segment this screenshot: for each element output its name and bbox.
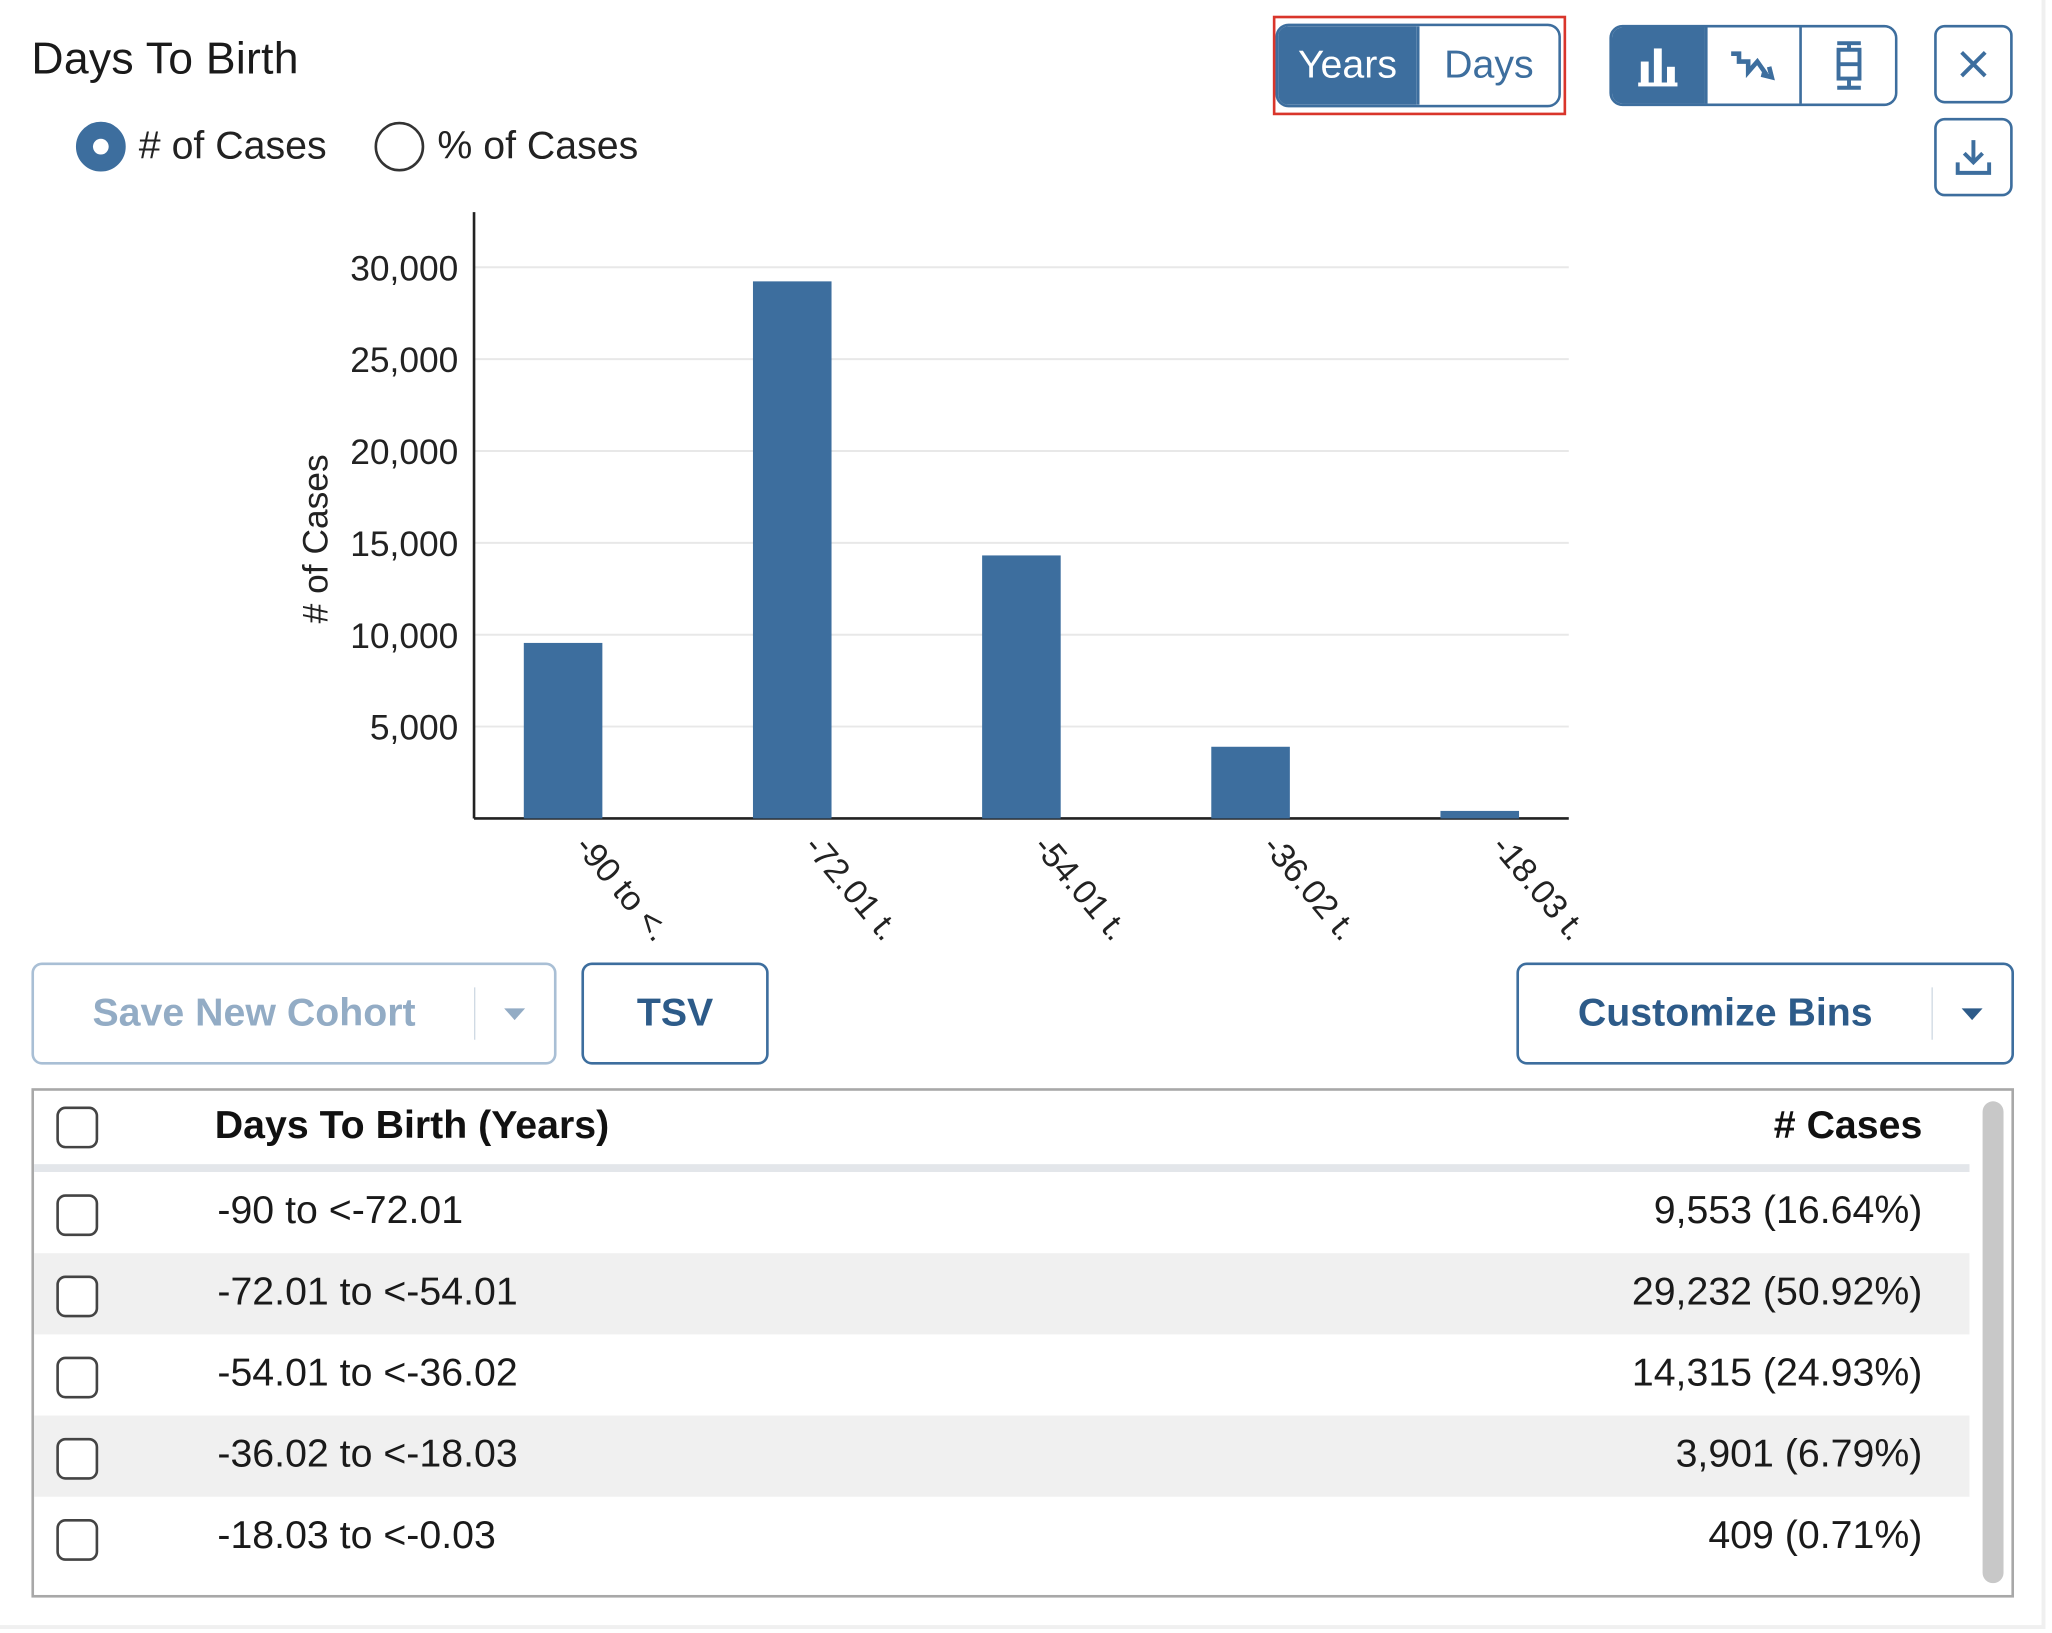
tsv-label: TSV: [636, 991, 714, 1035]
bar-1: [523, 642, 603, 819]
y-tick-label: 15,000: [350, 525, 458, 564]
bar-chart-icon: [1638, 48, 1678, 87]
survival-plot-button[interactable]: [1704, 27, 1800, 104]
y-tick-label: 20,000: [350, 433, 458, 472]
row-case-count: 409 (0.71%): [1708, 1513, 1923, 1557]
chart-type-selector: [1609, 24, 1898, 107]
table-row: -72.01 to <-54.01 29,232 (50.92%): [34, 1253, 1970, 1335]
bar-4: [1211, 746, 1290, 819]
radio-unselected-icon: [374, 121, 425, 172]
bar-chart: 5,000 10,000 15,000 20,000 25,000 30,000 # of …: [296, 212, 1593, 949]
close-icon: [1960, 50, 1987, 78]
row-case-count: 3,901 (6.79%): [1675, 1432, 1923, 1476]
row-checkbox[interactable]: [56, 1437, 99, 1480]
card-title: Days To Birth: [31, 34, 299, 84]
customize-bins-dropdown[interactable]: [1933, 1006, 2012, 1022]
row-case-count: 14,315 (24.93%): [1631, 1351, 1923, 1395]
x-tick-label: -18.03 t.: [1484, 828, 1593, 948]
table-row: -36.02 to <-18.03 3,901 (6.79%): [34, 1415, 1970, 1497]
row-bin-label: -54.01 to <-36.02: [217, 1351, 518, 1395]
chevron-down-icon: [1961, 1008, 1983, 1021]
y-axis-title: # of Cases: [296, 454, 335, 623]
radio-selected-icon: [75, 121, 126, 172]
close-button[interactable]: [1934, 24, 2013, 104]
select-all-checkbox[interactable]: [56, 1106, 99, 1149]
save-cohort-dropdown[interactable]: [475, 1006, 554, 1022]
row-bin-label: -90 to <-72.01: [217, 1189, 464, 1233]
bar-chart-button[interactable]: [1611, 27, 1705, 104]
row-checkbox[interactable]: [56, 1356, 99, 1399]
table-row: -54.01 to <-36.02 14,315 (24.93%): [34, 1334, 1969, 1415]
bar-2: [752, 281, 832, 819]
unit-toggle: Years Days: [1275, 23, 1561, 108]
column-header-bin: Days To Birth (Years): [214, 1103, 610, 1148]
y-tick-label: 30,000: [350, 249, 458, 288]
box-plot-icon: [1836, 41, 1862, 90]
box-plot-button[interactable]: [1799, 27, 1895, 104]
radio-percent-of-cases[interactable]: % of Cases: [374, 118, 639, 176]
x-tick-label: -72.01 t.: [797, 828, 906, 948]
y-tick-label: 10,000: [350, 617, 458, 656]
row-checkbox[interactable]: [56, 1519, 99, 1561]
stage: Days To Birth # of Cases % of Cases Year…: [0, 0, 2052, 1633]
tsv-button[interactable]: TSV: [581, 962, 769, 1065]
radio-number-of-cases[interactable]: # of Cases: [75, 118, 327, 176]
row-bin-label: -18.03 to <-0.03: [217, 1513, 496, 1557]
customize-bins-button[interactable]: Customize Bins: [1516, 962, 2015, 1065]
column-header-cases: # Cases: [1773, 1103, 1923, 1148]
bins-table: Days To Birth (Years) # Cases -90 to <-7…: [31, 1088, 2015, 1598]
customize-bins-label: Customize Bins: [1577, 991, 1873, 1035]
radio-label-percent-of-cases: % of Cases: [437, 124, 639, 168]
survival-plot-icon: [1731, 51, 1775, 81]
row-case-count: 29,232 (50.92%): [1631, 1270, 1923, 1314]
download-button[interactable]: [1934, 117, 2013, 197]
row-checkbox[interactable]: [56, 1275, 99, 1318]
download-icon: [1955, 140, 1992, 175]
x-tick-label: -90 to <.: [567, 828, 677, 949]
y-tick-label: 25,000: [350, 341, 458, 380]
toggle-years[interactable]: Years: [1278, 26, 1417, 105]
days-to-birth-card: Days To Birth # of Cases % of Cases Year…: [0, 0, 2046, 1630]
x-tick-label: -36.02 t.: [1255, 828, 1364, 948]
row-bin-label: -36.02 to <-18.03: [217, 1432, 518, 1476]
radio-label-number-of-cases: # of Cases: [138, 124, 327, 168]
x-tick-label: -54.01 t.: [1026, 828, 1135, 948]
row-bin-label: -72.01 to <-54.01: [217, 1270, 518, 1314]
table-header: Days To Birth (Years) # Cases: [34, 1090, 1970, 1173]
y-tick-label: 5,000: [370, 709, 458, 748]
row-case-count: 9,553 (16.64%): [1653, 1189, 1923, 1233]
bar-5: [1440, 810, 1520, 819]
table-scrollbar[interactable]: [1982, 1101, 2004, 1584]
table-row: -18.03 to <-0.03 409 (0.71%): [34, 1497, 1969, 1578]
bar-3: [982, 555, 1061, 819]
toggle-days[interactable]: Days: [1416, 26, 1559, 105]
save-new-cohort-label: Save New Cohort: [92, 991, 416, 1035]
table-row: -90 to <-72.01 9,553 (16.64%): [34, 1172, 1969, 1253]
row-checkbox[interactable]: [56, 1194, 99, 1237]
save-new-cohort-button[interactable]: Save New Cohort: [31, 962, 557, 1065]
chevron-down-icon: [504, 1008, 526, 1021]
